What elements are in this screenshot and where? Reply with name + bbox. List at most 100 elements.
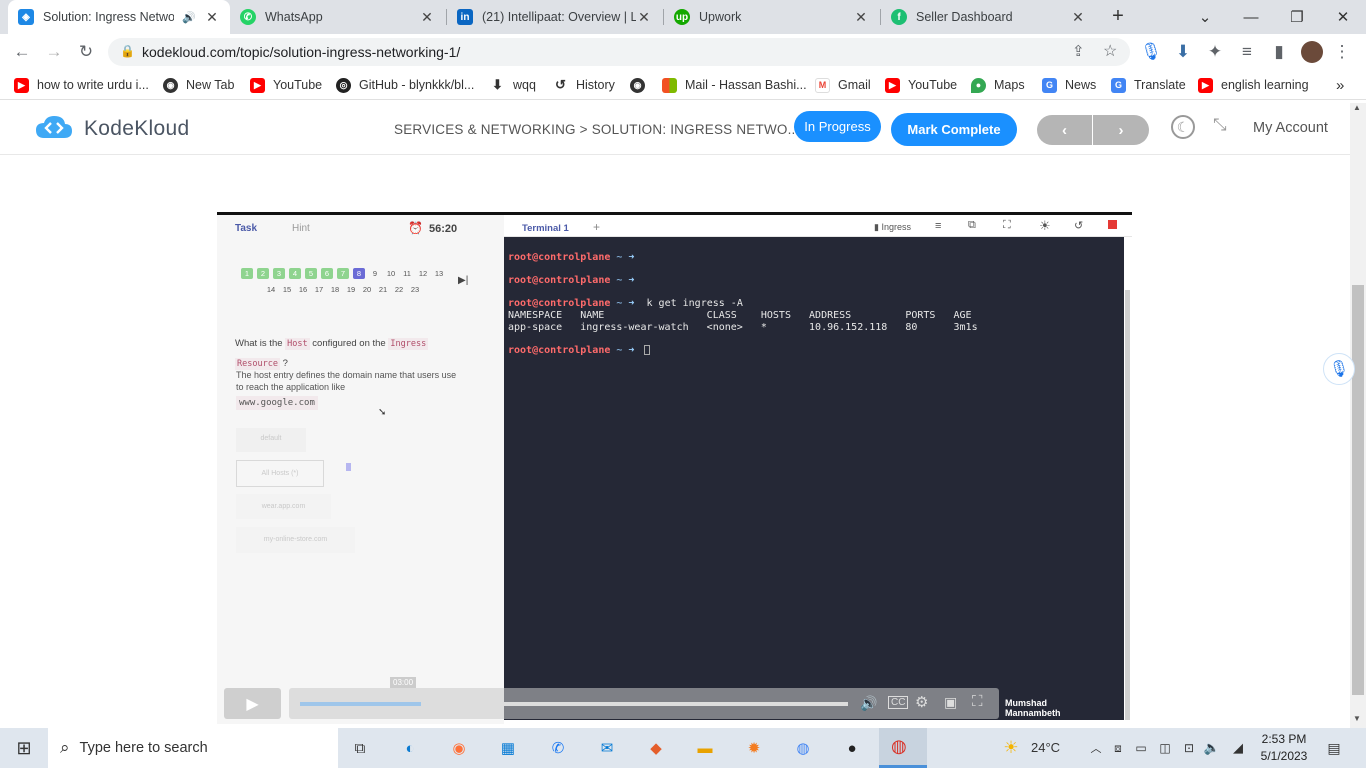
reload-icon[interactable]: ↻	[71, 37, 101, 67]
question-number[interactable]: 16	[297, 284, 309, 295]
bookmark-star-icon[interactable]: ☆	[1103, 41, 1117, 61]
minimize-icon[interactable]: —	[1228, 0, 1274, 34]
obs-icon[interactable]: ●	[839, 736, 865, 760]
windows-start-icon[interactable]: ⊞	[11, 736, 37, 760]
forward-icon[interactable]: →	[39, 37, 69, 67]
menu-lines-icon[interactable]: ≡	[935, 220, 941, 232]
voice-input-icon[interactable]: 🎙	[1323, 353, 1355, 385]
bookmark-item[interactable]: ◉	[630, 76, 653, 94]
close-tab-icon[interactable]: ✕	[204, 9, 220, 26]
question-number[interactable]: 18	[329, 284, 341, 295]
bookmark-item[interactable]: M Gmail	[815, 76, 871, 94]
settings-app-icon[interactable]: ✹	[741, 736, 767, 760]
kodekloud-logo-icon[interactable]	[34, 114, 74, 142]
play-button[interactable]: ▶	[224, 688, 281, 719]
address-bar[interactable]: 🔒 kodekloud.com/topic/solution-ingress-n…	[108, 38, 1130, 66]
clock-time[interactable]: 2:53 PM	[1257, 732, 1311, 746]
in-progress-button[interactable]: In Progress	[794, 111, 881, 142]
fullscreen-icon[interactable]: ⛶	[1003, 219, 1011, 232]
question-number[interactable]: 11	[401, 268, 413, 279]
speaker-icon[interactable]: 🔊	[182, 11, 196, 24]
tab-seller-dashboard[interactable]: f Seller Dashboard ✕	[881, 0, 1096, 34]
question-number[interactable]: 4	[289, 268, 301, 279]
bookmark-item[interactable]: G Translate	[1111, 76, 1186, 94]
terminal-tab[interactable]: Terminal 1	[522, 223, 569, 234]
wifi-icon[interactable]: ◢	[1225, 736, 1251, 760]
new-tab-icon[interactable]: +	[1104, 5, 1132, 29]
theme-icon[interactable]: ☀	[1039, 218, 1051, 234]
bookmark-item[interactable]: ◉ New Tab	[163, 76, 234, 94]
question-number[interactable]: 20	[361, 284, 373, 295]
dark-mode-icon[interactable]: ☾	[1171, 115, 1195, 139]
side-panel-icon[interactable]: ▮	[1264, 37, 1294, 67]
close-tab-icon[interactable]: ✕	[853, 9, 869, 26]
menu-icon[interactable]: ⋮	[1327, 37, 1357, 67]
question-number[interactable]: 17	[313, 284, 325, 295]
bookmark-item[interactable]: G News	[1042, 76, 1096, 94]
tab-search-icon[interactable]: ⌄	[1182, 0, 1228, 34]
question-number[interactable]: 13	[433, 268, 445, 279]
avatar[interactable]	[1297, 37, 1327, 67]
option-online-store[interactable]: my-online-store.com	[236, 527, 355, 553]
question-number[interactable]: 10	[385, 268, 397, 279]
bookmark-item[interactable]: ▶ YouTube	[250, 76, 322, 94]
task-view-icon[interactable]: ⧉	[347, 736, 373, 760]
breadcrumb[interactable]: SERVICES & NETWORKING > SOLUTION: INGRES…	[394, 122, 799, 137]
bookmark-item[interactable]: ● Maps	[971, 76, 1025, 94]
bookmark-item[interactable]: Mail - Hassan Bashi...	[662, 76, 807, 94]
download-extension-icon[interactable]: ⬇	[1168, 37, 1198, 67]
close-window-icon[interactable]: ✕	[1320, 0, 1366, 34]
question-number[interactable]: 21	[377, 284, 389, 295]
mail-icon[interactable]: ✉	[594, 736, 620, 760]
my-account-link[interactable]: My Account	[1253, 120, 1328, 136]
speaker-tray-icon[interactable]: 🔈	[1199, 736, 1225, 760]
chrome-icon[interactable]: ◍	[790, 736, 816, 760]
bookmark-item[interactable]: ▶ english learning	[1198, 76, 1309, 94]
share-icon[interactable]: ⇪	[1072, 42, 1085, 60]
firefox-icon[interactable]: ◉	[446, 736, 472, 760]
scroll-up-icon[interactable]: ▲	[1353, 103, 1361, 112]
clock-date[interactable]: 5/1/2023	[1257, 749, 1311, 763]
question-number[interactable]: 2	[257, 268, 269, 279]
next-lesson-button[interactable]: ›	[1093, 115, 1149, 145]
bookmark-item[interactable]: ↺ History	[553, 76, 615, 94]
previous-lesson-button[interactable]: ‹	[1037, 115, 1092, 145]
microphone-icon[interactable]: 🎙	[1136, 37, 1166, 67]
question-number[interactable]: 15	[281, 284, 293, 295]
extensions-icon[interactable]: ✦	[1200, 37, 1230, 67]
option-default[interactable]: default	[236, 428, 306, 452]
collapse-icon[interactable]: ⤡	[1213, 115, 1227, 135]
question-number[interactable]: 7	[337, 268, 349, 279]
edge-icon[interactable]: ◐	[397, 736, 423, 760]
question-number[interactable]: 12	[417, 268, 429, 279]
question-number[interactable]: 5	[305, 268, 317, 279]
volume-icon[interactable]: 🔊	[860, 695, 877, 712]
chrome-active-task[interactable]: ◍	[879, 728, 927, 768]
bookmark-item[interactable]: ⬇ wqq	[490, 76, 536, 94]
question-number[interactable]: 9	[369, 268, 381, 279]
weather-icon[interactable]: ☀	[998, 736, 1024, 760]
pip-icon[interactable]: ▣	[944, 694, 957, 711]
tab-linkedin[interactable]: in (21) Intellipaat: Overview | Lin ✕	[447, 0, 662, 34]
restore-icon[interactable]: ❐	[1274, 0, 1320, 34]
taskbar-search[interactable]: ⌕ Type here to search	[48, 728, 338, 768]
bookmark-item[interactable]: ▶ how to write urdu i...	[14, 76, 149, 94]
skip-icon[interactable]: ▶|	[458, 275, 468, 286]
question-number[interactable]: 6	[321, 268, 333, 279]
camera-icon[interactable]: ◫	[1152, 736, 1178, 760]
more-bookmarks-icon[interactable]: »	[1336, 76, 1344, 94]
app-icon[interactable]: ◆	[643, 736, 669, 760]
store-icon[interactable]: ▦	[495, 736, 521, 760]
close-tab-icon[interactable]: ✕	[636, 9, 652, 26]
file-explorer-icon[interactable]: ▬	[692, 736, 718, 760]
terminal-scrollbar[interactable]	[1125, 290, 1130, 720]
weather-temp[interactable]: 24°C	[1031, 740, 1060, 755]
stop-icon[interactable]	[1108, 220, 1117, 229]
tab-whatsapp[interactable]: ✆ WhatsApp ✕	[230, 0, 445, 34]
scrollbar-thumb[interactable]	[1352, 285, 1364, 695]
scroll-down-icon[interactable]: ▼	[1353, 714, 1361, 723]
settings-icon[interactable]: ⚙	[915, 693, 928, 711]
page-scrollbar[interactable]: ▲ ▼	[1350, 103, 1366, 728]
hint-tab[interactable]: Hint	[292, 223, 310, 234]
reading-list-icon[interactable]: ≡	[1232, 37, 1262, 67]
